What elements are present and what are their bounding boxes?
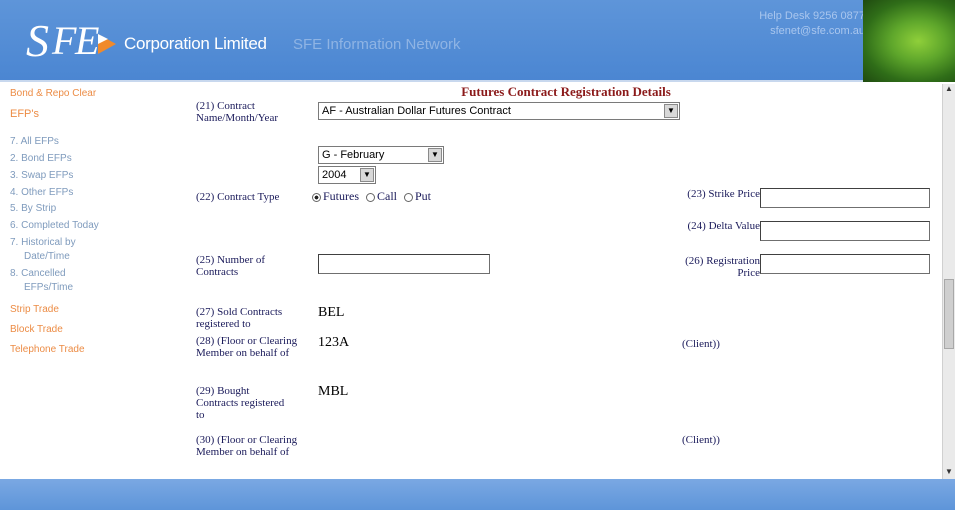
radio-put-label: Put [415,189,432,203]
chevron-down-icon[interactable]: ▼ [664,104,678,118]
nav-bond-repo-clear[interactable]: Bond & Repo Clear [10,88,96,99]
contract-select-value: AF - Australian Dollar Futures Contract [322,105,511,117]
network-title: SFE Information Network [293,36,461,53]
registration-price-label: (26) Registration Price [685,255,760,279]
contract-label: (21) Contract Name/Month/Year [196,100,278,124]
sold-contracts-label: (27) Sold Contracts registered to [196,306,283,330]
radio-put[interactable] [404,192,413,202]
svg-text:E: E [74,18,99,63]
nav-cancelled-time[interactable]: EFPs/Time [24,281,73,294]
page-footer [0,479,955,510]
svg-text:S: S [26,15,49,66]
chevron-down-icon[interactable]: ▼ [428,148,442,162]
bought-contracts-value: MBL [318,384,349,399]
delta-value-label: (24) Delta Value [687,220,761,232]
scrollbar-thumb[interactable] [944,279,954,349]
month-select[interactable]: G - February ▼ [318,146,444,164]
nav-other-efps[interactable]: 4. Other EFPs [10,186,73,199]
radio-call-label: Call [377,189,397,203]
help-desk-info: Help Desk 9256 0877 sfenet@sfe.com.au [759,9,865,39]
year-select[interactable]: 2004 ▼ [318,166,376,184]
strike-price-label: (23) Strike Price [687,188,760,200]
bought-contracts-label: (29) Bought Contracts registered to [196,385,285,421]
registration-price-input[interactable] [760,254,930,274]
sfe-logo: S F E [26,15,116,66]
nav-cancelled[interactable]: 8. Cancelled [10,267,66,280]
vertical-scrollbar[interactable]: ▲ ▼ [942,84,955,479]
floor-member-2-label: (30) (Floor or Clearing Member on behalf… [196,434,298,458]
nav-historical-by[interactable]: 7. Historical by [10,236,76,249]
help-desk-email[interactable]: sfenet@sfe.com.au [759,24,865,39]
year-select-value: 2004 [322,169,347,181]
client-1-label: (Client)) [682,338,720,350]
leaf-image [863,0,955,82]
month-select-value: G - February [322,149,385,161]
nav-completed-today[interactable]: 6. Completed Today [10,219,99,232]
nav-historical-datetime[interactable]: Date/Time [24,250,70,263]
chevron-down-icon[interactable]: ▼ [360,168,374,182]
client-2-label: (Client)) [682,434,720,446]
nav-all-efps[interactable]: 7. All EFPs [10,135,59,148]
nav-strip-trade[interactable]: Strip Trade [10,304,59,315]
page-header: S F E Corporation Limited SFE Informatio… [0,0,955,82]
nav-bond-efps[interactable]: 2. Bond EFPs [10,152,72,165]
nav-swap-efps[interactable]: 3. Swap EFPs [10,169,73,182]
registration-form: Futures Contract Registration Details (2… [190,84,942,479]
contract-type-group: Futures Call Put [308,189,431,204]
nav-telephone-trade[interactable]: Telephone Trade [10,344,85,355]
form-title: Futures Contract Registration Details [461,84,671,99]
radio-futures-label: Futures [323,189,359,203]
nav-block-trade[interactable]: Block Trade [10,324,63,335]
nav-efps[interactable]: EFP's [10,108,39,120]
help-desk-phone: Help Desk 9256 0877 [759,10,865,22]
left-navigation: Bond & Repo Clear EFP's 7. All EFPs 2. B… [0,84,190,479]
svg-text:F: F [51,18,77,63]
radio-call[interactable] [366,192,375,202]
contract-type-label: (22) Contract Type [196,191,280,203]
number-contracts-input[interactable] [318,254,490,274]
number-contracts-label: (25) Number of Contracts [196,254,266,278]
radio-futures[interactable] [312,192,321,202]
contract-select[interactable]: AF - Australian Dollar Futures Contract … [318,102,680,120]
floor-member-1-value: 123A [318,335,350,350]
floor-member-1-label: (28) (Floor or Clearing Member on behalf… [196,335,298,359]
delta-value-input[interactable] [760,221,930,241]
scroll-down-icon[interactable]: ▼ [943,467,955,479]
sold-contracts-value: BEL [318,305,345,320]
scroll-up-icon[interactable]: ▲ [943,84,955,96]
nav-by-strip[interactable]: 5. By Strip [10,202,56,215]
corporation-title: Corporation Limited [124,34,267,53]
strike-price-input[interactable] [760,188,930,208]
